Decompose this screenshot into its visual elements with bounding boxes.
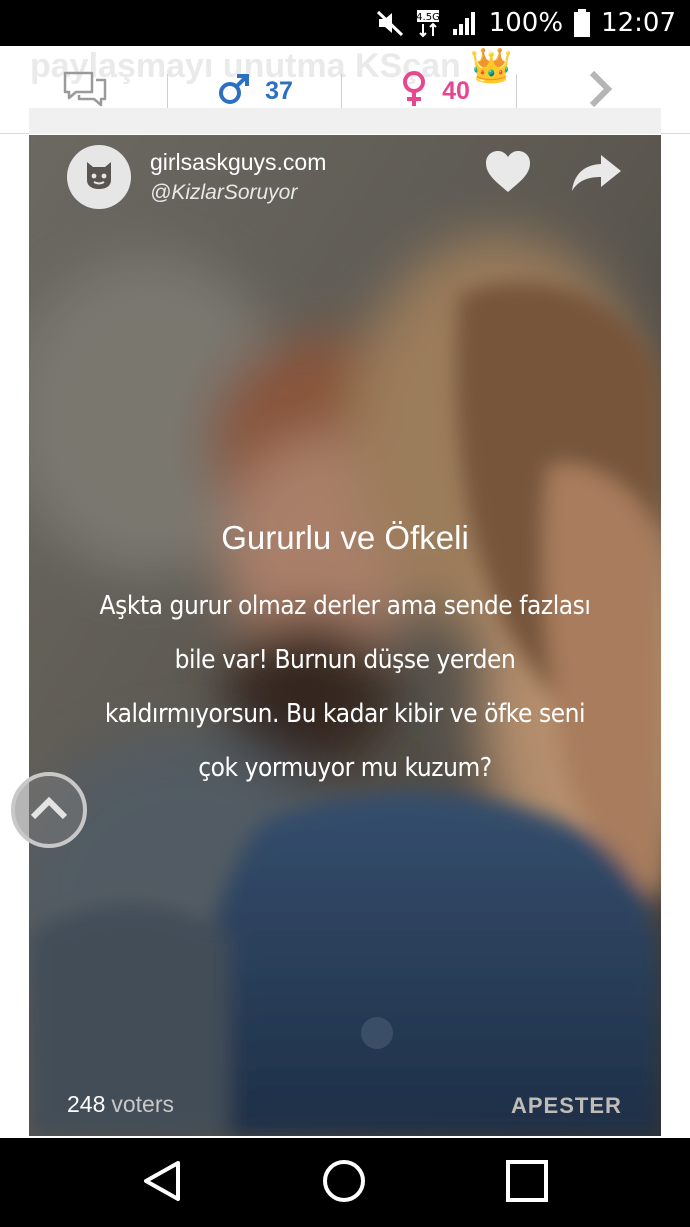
female-icon	[400, 70, 428, 113]
site-handle[interactable]: @KizlarSoruyor	[150, 181, 297, 205]
svg-text:4.5G: 4.5G	[416, 12, 440, 23]
back-triangle-icon	[142, 1159, 182, 1208]
voters-label: voters	[111, 1091, 175, 1117]
male-icon	[217, 72, 251, 111]
battery-percent: 100%	[488, 8, 564, 38]
chevron-right-icon	[587, 69, 613, 114]
voters-counter: 248 voters	[67, 1091, 174, 1118]
female-vote-count: 40	[442, 76, 470, 105]
clock: 12:07	[601, 8, 676, 38]
result-title: Gururlu ve Öfkeli	[221, 519, 469, 556]
site-logo-icon	[82, 158, 116, 197]
navigation-bar	[0, 1138, 690, 1227]
share-button[interactable]	[569, 151, 625, 195]
battery-icon	[573, 8, 591, 38]
result-description: Aşkta gurur olmaz derler ama sende fazla…	[99, 591, 591, 783]
heart-icon	[483, 151, 533, 199]
voters-count: 248	[67, 1091, 106, 1117]
mute-icon	[375, 9, 405, 37]
like-button[interactable]	[483, 149, 533, 195]
card-top-strip	[29, 108, 661, 134]
quiz-result-card: girlsaskguys.com @KizlarSoruyor Gururlu …	[29, 135, 661, 1136]
chevron-up-icon	[29, 795, 69, 826]
share-icon	[569, 155, 625, 199]
site-name[interactable]: girlsaskguys.com	[150, 149, 326, 176]
male-vote-count: 37	[265, 76, 293, 105]
comments-icon	[62, 70, 108, 113]
signal-icon	[451, 9, 479, 37]
status-bar: 4.5G 100% 12:07	[0, 0, 690, 46]
home-circle-icon	[321, 1158, 367, 1209]
back-button[interactable]	[137, 1158, 187, 1208]
site-avatar[interactable]	[67, 145, 131, 209]
recents-square-icon	[505, 1159, 549, 1208]
recents-button[interactable]	[502, 1158, 552, 1208]
apester-brand[interactable]: APESTER	[511, 1093, 622, 1119]
network-4-5g-icon: 4.5G	[415, 8, 441, 38]
scroll-to-top-button[interactable]	[11, 772, 87, 848]
screen: 4.5G 100% 12:07 paylaşmayı unutma KSçan …	[0, 0, 690, 1227]
home-button[interactable]	[319, 1158, 369, 1208]
